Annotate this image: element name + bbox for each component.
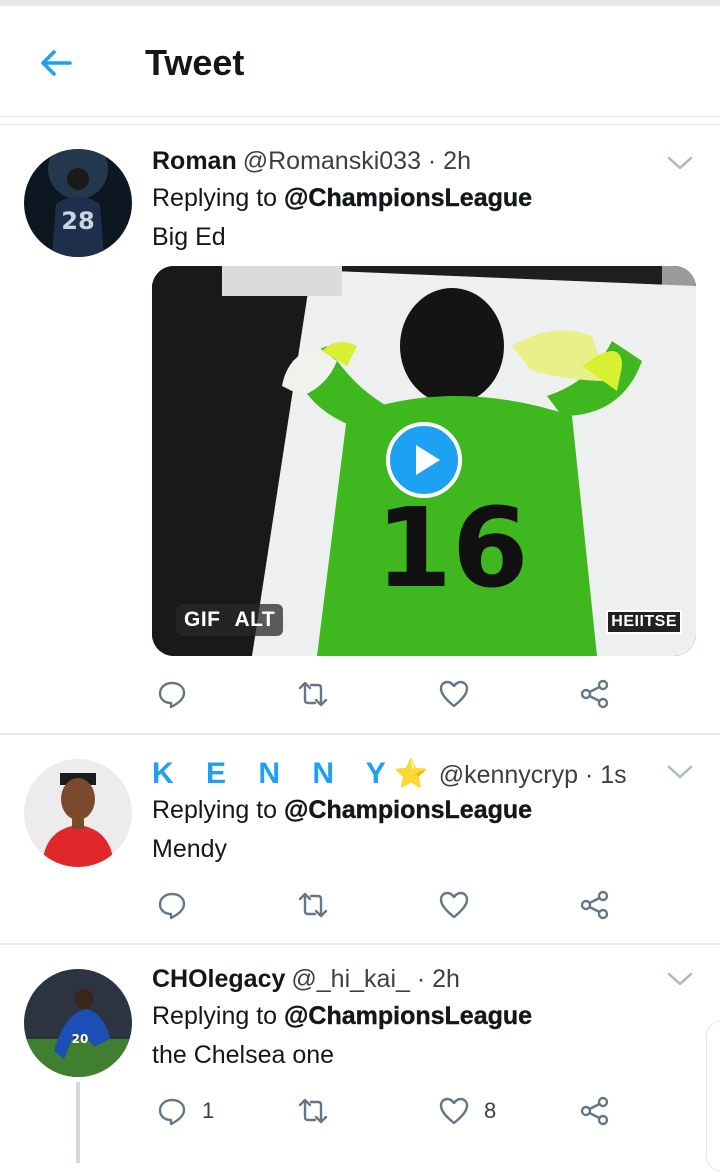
tweet-actions — [0, 885, 720, 925]
author-name[interactable]: K E N N Y — [152, 757, 398, 790]
like-button[interactable]: 8 — [438, 1091, 496, 1131]
tweet-media-gif[interactable]: 16 GIF ALT HEIITSE — [152, 266, 696, 656]
chevron-down-icon — [667, 156, 693, 170]
tweet-options-button[interactable] — [666, 153, 694, 173]
share-button[interactable] — [579, 674, 611, 714]
page-title: Tweet — [145, 42, 245, 83]
divider — [0, 124, 720, 125]
floating-compose-edge[interactable] — [706, 1020, 720, 1172]
tweet-card[interactable]: 20 CHOlegacy @_hi_kai_ · 2h Replying to @… — [0, 945, 720, 1163]
reply-button[interactable] — [156, 674, 202, 714]
reply-icon — [158, 681, 186, 709]
avatar[interactable]: 20 — [24, 969, 132, 1077]
heart-icon — [439, 1097, 469, 1125]
tweet-card[interactable]: K E N N Y⭐ @kennycryp · 1s Replying to @C… — [0, 735, 720, 942]
play-button[interactable] — [385, 421, 463, 499]
tweet-actions: 1 8 — [0, 1091, 720, 1131]
author-handle[interactable]: @_hi_kai_ · 2h — [291, 965, 460, 993]
replying-to: Replying to @ChampionsLeague — [152, 184, 532, 213]
mention-link[interactable]: @ChampionsLeague — [284, 1002, 532, 1030]
author-handle[interactable]: @kennycryp · 1s — [439, 761, 627, 789]
replying-label: Replying to — [152, 1002, 278, 1030]
tweet-header: Roman @Romanski033 · 2h — [152, 147, 471, 176]
mention-link[interactable]: @ChampionsLeague — [284, 184, 532, 212]
replying-to: Replying to @ChampionsLeague — [152, 1002, 532, 1031]
reply-count: 1 — [202, 1098, 215, 1123]
back-button[interactable] — [36, 43, 76, 83]
chevron-down-icon — [667, 972, 693, 986]
retweet-icon — [298, 681, 328, 707]
tweet-options-button[interactable] — [666, 762, 694, 782]
gif-watermark: HEIITSE — [606, 610, 682, 634]
retweet-button[interactable] — [297, 885, 329, 925]
tweet-text: Big Ed — [152, 223, 226, 251]
tweet-options-button[interactable] — [666, 969, 694, 989]
play-icon — [386, 422, 462, 498]
like-button[interactable] — [438, 674, 484, 714]
tweet-header: K E N N Y⭐ @kennycryp · 1s — [152, 757, 627, 791]
like-button[interactable] — [438, 885, 484, 925]
avatar-jersey-number: 20 — [72, 1032, 89, 1046]
share-icon — [580, 679, 609, 709]
tweet-text: Mendy — [152, 835, 228, 863]
gif-alt-badge[interactable]: GIF ALT — [176, 604, 284, 636]
reply-button[interactable] — [156, 885, 202, 925]
tweet-header: CHOlegacy @_hi_kai_ · 2h — [152, 965, 460, 994]
replying-label: Replying to — [152, 796, 278, 824]
reply-icon — [158, 892, 186, 920]
retweet-button[interactable] — [297, 1091, 329, 1131]
retweet-icon — [298, 892, 328, 918]
author-handle[interactable]: @Romanski033 · 2h — [243, 147, 471, 175]
avatar-jersey-number: 28 — [61, 207, 94, 235]
tweet-text: the Chelsea one — [152, 1041, 335, 1069]
author-name[interactable]: Roman — [152, 147, 237, 175]
share-icon — [580, 890, 609, 920]
tweet-card[interactable]: 28 Roman @Romanski033 · 2h Replying to @C… — [0, 126, 720, 732]
avatar[interactable] — [24, 759, 132, 867]
share-button[interactable] — [579, 1091, 611, 1131]
thread-connector-line — [76, 1082, 80, 1163]
author-name[interactable]: CHOlegacy — [152, 965, 285, 993]
jersey-number: 16 — [375, 484, 528, 612]
replying-label: Replying to — [152, 184, 278, 212]
app-header: Tweet — [0, 6, 720, 117]
arrow-left-icon — [41, 50, 72, 76]
heart-icon — [439, 680, 469, 708]
share-button[interactable] — [579, 885, 611, 925]
avatar[interactable]: 28 — [24, 149, 132, 257]
alt-label[interactable]: ALT — [235, 608, 276, 631]
retweet-button[interactable] — [297, 674, 329, 714]
chevron-down-icon — [667, 765, 693, 779]
replying-to: Replying to @ChampionsLeague — [152, 796, 532, 825]
gif-label: GIF — [184, 608, 221, 631]
heart-icon — [439, 891, 469, 919]
reply-button[interactable]: 1 — [156, 1091, 214, 1131]
retweet-icon — [298, 1098, 328, 1124]
like-count: 8 — [484, 1098, 497, 1123]
reply-icon — [158, 1098, 186, 1126]
star-emoji: ⭐ — [393, 758, 429, 789]
mention-link[interactable]: @ChampionsLeague — [284, 796, 532, 824]
tweet-actions — [0, 674, 720, 714]
share-icon — [580, 1096, 609, 1126]
